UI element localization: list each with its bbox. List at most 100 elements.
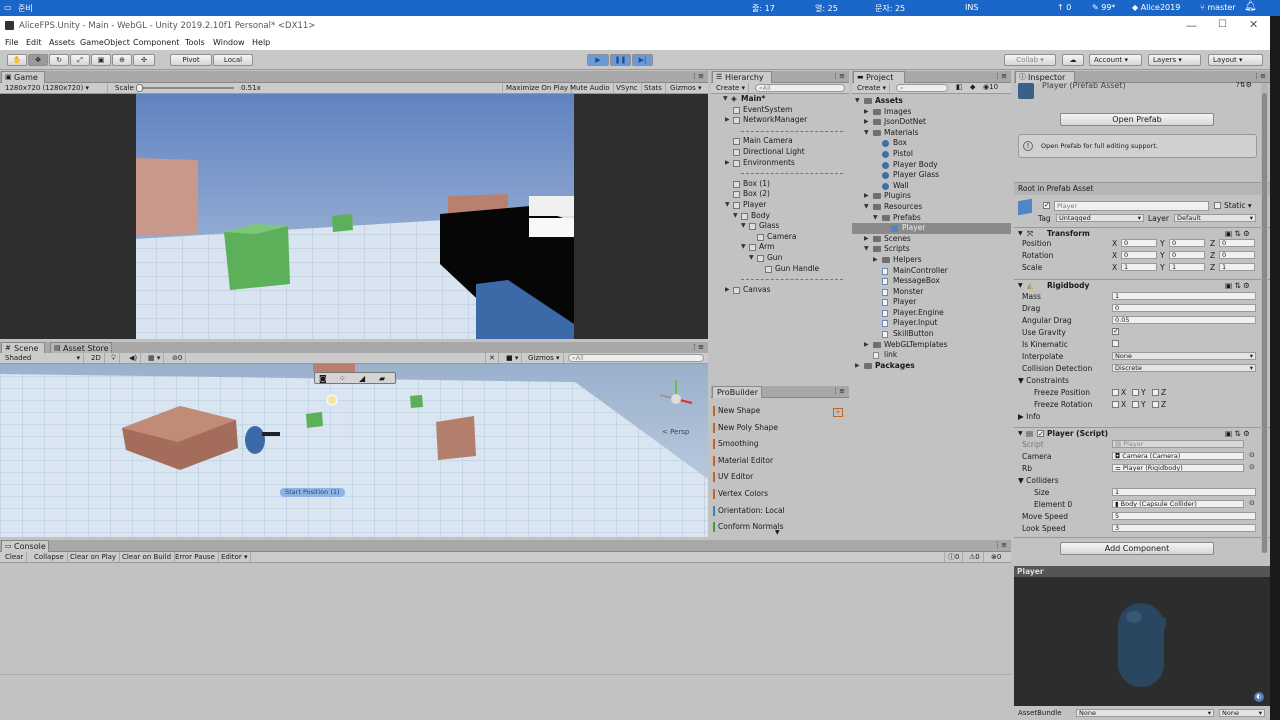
static-checkbox[interactable] (1214, 202, 1221, 209)
active-checkbox[interactable]: ✓ (1043, 201, 1050, 209)
project-item[interactable]: Player (852, 223, 1011, 234)
hierarchy-item[interactable]: ▶ Canvas (711, 285, 849, 296)
project-item[interactable]: ▼ Assets (852, 96, 1011, 107)
constraints-foldout[interactable]: ▼ Constraints (1018, 376, 1069, 385)
pause-button[interactable]: ❚❚ (610, 54, 631, 66)
interpolate-dropdown[interactable]: None ▾ (1112, 352, 1256, 360)
use-gravity-checkbox[interactable]: ✓ (1112, 327, 1119, 335)
expand-right-icon[interactable]: ▶ (855, 361, 860, 372)
object-picker-icon[interactable]: ⊙ (1249, 451, 1255, 459)
expand-right-icon[interactable]: ▶ (864, 234, 869, 245)
freeze-x-checkbox[interactable] (1112, 389, 1119, 396)
panel-menu-icon[interactable]: ⋮≡ (994, 72, 1007, 80)
camera-field[interactable]: ◘ Camera (Camera) (1112, 452, 1244, 460)
hierarchy-item[interactable]: ▶ NetworkManager (711, 115, 849, 126)
info-count-toggle[interactable]: ⓘ0 (944, 552, 964, 562)
custom-tool-icon[interactable]: ✣ (133, 54, 155, 66)
hierarchy-item[interactable]: Camera (711, 232, 849, 243)
static-label[interactable]: Static ▾ (1224, 201, 1252, 210)
2d-toggle[interactable]: 2D (88, 353, 105, 363)
help-icon[interactable]: ?⇅⚙ (1236, 81, 1252, 89)
game-viewport[interactable] (0, 94, 708, 339)
persp-label[interactable]: < Persp (662, 428, 689, 436)
audio-toggle-icon[interactable]: ◀) (126, 353, 142, 363)
shading-dropdown[interactable]: Shaded ▾ (2, 353, 84, 363)
panel-menu-icon[interactable]: ⋮≡ (832, 72, 845, 80)
hierarchy-item[interactable]: ▼ Glass (711, 221, 849, 232)
hidden-objects-toggle[interactable]: ⊘0 (169, 353, 187, 363)
object-name-field[interactable]: Player (1054, 201, 1209, 211)
add-component-button[interactable]: Add Component (1060, 542, 1214, 555)
error-count-toggle[interactable]: ⊗0 (988, 552, 1004, 562)
tag-dropdown[interactable]: Untagged ▾ (1056, 214, 1144, 222)
hierarchy-item[interactable]: Box (1) (711, 179, 849, 190)
assetbundle-variant-dropdown[interactable]: None ▾ (1219, 709, 1265, 717)
scale-slider-handle[interactable] (136, 84, 143, 92)
freeze-z-checkbox[interactable] (1152, 389, 1159, 396)
close-icon[interactable]: ✕ (1249, 18, 1258, 31)
expand-down-icon[interactable]: ▼ (873, 213, 878, 224)
expand-down-icon[interactable]: ▼ (855, 96, 860, 107)
size-field[interactable]: 1 (1112, 488, 1256, 496)
branch-icon[interactable]: ⑂ master (1200, 3, 1236, 12)
transform-header[interactable]: ▼ ⤧ Transform ▣ ⇅ ⚙ (1014, 227, 1270, 239)
menu-assets[interactable]: Assets (49, 38, 75, 47)
component-menu-icon[interactable]: ▣ ⇅ ⚙ (1225, 428, 1250, 439)
vsync-toggle[interactable]: VSync (613, 83, 642, 93)
expand-down-icon[interactable]: ▼ (864, 244, 869, 255)
project-item[interactable]: ▼ Resources (852, 202, 1011, 213)
player-script-header[interactable]: ▼ ▤ ✓ Player (Script) ▣ ⇅ ⚙ (1014, 427, 1270, 439)
bell-icon[interactable]: 🔔︎ (1244, 1, 1257, 12)
layout-dropdown[interactable]: Layout ▾ (1208, 54, 1263, 66)
hierarchy-create-dropdown[interactable]: Create ▾ (713, 83, 750, 93)
project-item[interactable]: Box (852, 138, 1011, 149)
expand-down-icon[interactable]: ▼ (741, 221, 746, 232)
inspector-scrollbar[interactable] (1261, 83, 1268, 553)
maximize-icon[interactable]: ☐ (1218, 19, 1227, 30)
scale-tool-icon[interactable]: ⤢ (70, 54, 90, 66)
expand-down-icon[interactable]: ▼ (741, 242, 746, 253)
hierarchy-item[interactable]: Gun Handle (711, 264, 849, 275)
mute-audio-toggle[interactable]: Mute Audio (567, 83, 614, 93)
collapse-toggle[interactable]: Collapse (31, 552, 68, 562)
hand-tool-icon[interactable]: ✋ (7, 54, 27, 66)
hierarchy-item[interactable]: ▼ Player (711, 200, 849, 211)
effects-dropdown-icon[interactable]: ▦ ▾ (145, 353, 165, 363)
menu-gameobject[interactable]: GameObject (80, 38, 130, 47)
transform-x-field[interactable]: 0 (1121, 239, 1157, 247)
freeze-x-checkbox[interactable] (1112, 401, 1119, 408)
clear-on-build-toggle[interactable]: Clear on Build (119, 552, 176, 562)
project-item[interactable]: MainController (852, 266, 1011, 277)
probuilder-item[interactable]: Material Editor (713, 453, 847, 470)
hierarchy-item[interactable]: ▶ Environments (711, 158, 849, 169)
transform-x-field[interactable]: 1 (1121, 263, 1157, 271)
scene-root[interactable]: ▼ ◈ Main* (711, 94, 849, 105)
open-prefab-button[interactable]: Open Prefab (1060, 113, 1214, 126)
maximize-on-play-toggle[interactable]: Maximize On Play (502, 83, 573, 93)
project-item[interactable]: SkillButton (852, 329, 1011, 340)
account-dropdown[interactable]: Account ▾ (1089, 54, 1142, 66)
move-tool-icon[interactable]: ✥ (28, 54, 48, 66)
project-item[interactable]: ▶ Images (852, 107, 1011, 118)
scroll-down-icon[interactable]: ▼ (775, 529, 780, 536)
probuilder-item[interactable]: New Poly Shape (713, 420, 847, 437)
hierarchy-item[interactable]: Main Camera (711, 136, 849, 147)
menu-tools[interactable]: Tools (185, 38, 205, 47)
project-item[interactable]: Player.Engine (852, 308, 1011, 319)
probuilder-item[interactable]: Orientation: Local (713, 503, 847, 520)
probuilder-item[interactable]: New Shape (713, 403, 847, 420)
rect-tool-icon[interactable]: ▣ (91, 54, 111, 66)
filter-label-icon[interactable]: ◆ (970, 83, 975, 91)
tab-hierarchy[interactable]: ☰ Hierarchy (712, 71, 772, 83)
panel-menu-icon[interactable]: ⋮≡ (832, 387, 845, 395)
project-item[interactable]: ▼ Scripts (852, 244, 1011, 255)
panel-menu-icon[interactable]: ⋮≡ (994, 541, 1007, 549)
expand-right-icon[interactable]: ▶ (725, 285, 730, 296)
project-item[interactable]: Player Body (852, 160, 1011, 171)
look-speed-field[interactable]: 3 (1112, 524, 1256, 532)
panel-menu-icon[interactable]: ⋮≡ (1253, 72, 1266, 80)
object-mode-icon[interactable]: ◙ (319, 374, 327, 383)
freeze-z-checkbox[interactable] (1152, 401, 1159, 408)
menu-component[interactable]: Component (133, 38, 179, 47)
layer-dropdown[interactable]: Default ▾ (1174, 214, 1256, 222)
